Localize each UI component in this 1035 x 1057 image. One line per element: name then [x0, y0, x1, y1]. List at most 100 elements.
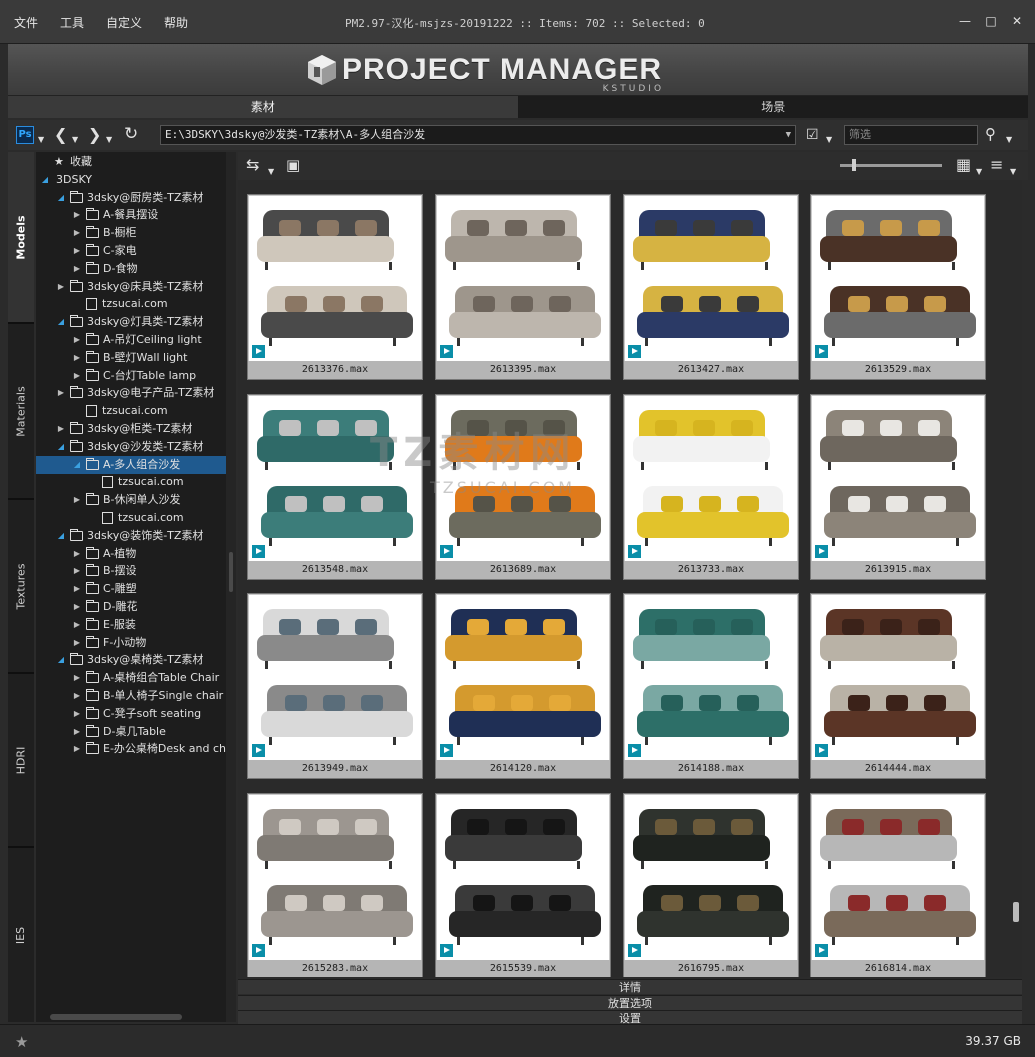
expanded-arrow-icon[interactable]: ◢ — [56, 651, 66, 669]
tree-item[interactable]: ▶ E-办公桌椅Desk and chair — [36, 740, 226, 758]
grid-scrollbar[interactable] — [1010, 180, 1022, 977]
model-thumbnail[interactable]: 2615539.max — [435, 793, 611, 977]
model-thumbnail[interactable]: 2613529.max — [810, 194, 986, 380]
collapsed-arrow-icon[interactable]: ▶ — [56, 420, 66, 438]
chevron-down-icon[interactable]: ▼ — [1010, 163, 1016, 181]
model-thumbnail[interactable]: 2615283.max — [247, 793, 423, 977]
chevron-down-icon[interactable]: ▼ — [106, 131, 112, 149]
collapsed-arrow-icon[interactable]: ▶ — [72, 545, 82, 563]
menu-file[interactable]: 文件 — [14, 14, 38, 31]
tree-item[interactable]: ▶ B-摆设 — [36, 562, 226, 580]
settings-panel-header[interactable]: 设置 — [238, 1010, 1022, 1025]
tree-item[interactable]: ▶ B-橱柜 — [36, 224, 226, 242]
minimize-icon[interactable]: — — [959, 14, 971, 28]
thumbnail-size-slider[interactable] — [840, 159, 942, 171]
chevron-down-icon[interactable]: ▼ — [976, 163, 982, 181]
forward-arrow-icon[interactable]: ❯ — [88, 126, 101, 144]
menu-customize[interactable]: 自定义 — [106, 14, 142, 31]
collapsed-arrow-icon[interactable]: ▶ — [72, 367, 82, 385]
tree-item[interactable]: ▶ A-餐具摆设 — [36, 206, 226, 224]
model-thumbnail[interactable]: 2613949.max — [247, 593, 423, 779]
tree-item[interactable]: tzsucai.com — [36, 473, 226, 491]
tree-item[interactable]: tzsucai.com — [36, 295, 226, 313]
box-icon[interactable]: ▣ — [286, 156, 300, 174]
collapsed-arrow-icon[interactable]: ▶ — [72, 242, 82, 260]
side-tab-textures[interactable]: Textures — [8, 500, 34, 672]
model-thumbnail[interactable]: 2614120.max — [435, 593, 611, 779]
model-thumbnail[interactable]: 2616795.max — [623, 793, 799, 977]
model-thumbnail[interactable]: 2613427.max — [623, 194, 799, 380]
side-tab-models[interactable]: Models — [8, 152, 34, 322]
refresh-icon[interactable]: ↻ — [124, 125, 138, 143]
tree-item[interactable]: ▶ A-桌椅组合Table Chair — [36, 669, 226, 687]
collapsed-arrow-icon[interactable]: ▶ — [56, 384, 66, 402]
tree-item[interactable]: ▶ C-台灯Table lamp — [36, 367, 226, 385]
tree-item[interactable]: ◢ A-多人组合沙发 — [36, 455, 226, 474]
model-thumbnail[interactable]: 2613915.max — [810, 394, 986, 580]
collapsed-arrow-icon[interactable]: ▶ — [72, 598, 82, 616]
model-thumbnail[interactable]: 2614444.max — [810, 593, 986, 779]
photoshop-icon[interactable]: Ps — [16, 126, 34, 144]
search-icon[interactable]: ⚲ — [985, 125, 996, 143]
expanded-arrow-icon[interactable]: ◢ — [72, 456, 82, 474]
tree-item[interactable]: ▶ B-单人椅子Single chair — [36, 687, 226, 705]
maximize-icon[interactable]: □ — [985, 14, 997, 28]
star-icon[interactable]: ★ — [15, 1033, 28, 1051]
tree-item[interactable]: ▶ 3dsky@柜类-TZ素材 — [36, 420, 226, 438]
side-tab-ies[interactable]: IES — [8, 848, 34, 1022]
tab-assets[interactable]: 素材 — [8, 96, 519, 118]
side-tab-hdri[interactable]: HDRI — [8, 674, 34, 846]
chevron-down-icon[interactable]: ▼ — [826, 131, 832, 149]
tree-item[interactable]: ◢ 3DSKY — [36, 171, 226, 189]
tree-item[interactable]: ▶ D-雕花 — [36, 598, 226, 616]
tree-item[interactable]: ▶ 3dsky@电子产品-TZ素材 — [36, 384, 226, 402]
close-icon[interactable]: ✕ — [1011, 14, 1023, 28]
tree-item[interactable]: ▶ 3dsky@床具类-TZ素材 — [36, 278, 226, 296]
collapsed-arrow-icon[interactable]: ▶ — [72, 740, 82, 758]
tree-item[interactable]: ◢ 3dsky@沙发类-TZ素材 — [36, 438, 226, 456]
path-input[interactable]: E:\3DSKY\3dsky@沙发类-TZ素材\A-多人组合沙发 ▼ — [160, 125, 796, 145]
model-thumbnail[interactable]: 2613395.max — [435, 194, 611, 380]
collapsed-arrow-icon[interactable]: ▶ — [56, 278, 66, 296]
tree-item[interactable]: tzsucai.com — [36, 402, 226, 420]
chevron-down-icon[interactable]: ▼ — [268, 163, 274, 181]
expanded-arrow-icon[interactable]: ◢ — [56, 313, 66, 331]
model-thumbnail[interactable]: 2616814.max — [810, 793, 986, 977]
scroll-thumb[interactable] — [50, 1014, 182, 1020]
menu-help[interactable]: 帮助 — [164, 14, 188, 31]
scroll-thumb[interactable] — [1013, 902, 1019, 922]
sort-icon[interactable]: ≡ — [990, 156, 1003, 174]
chevron-down-icon[interactable]: ▼ — [38, 131, 44, 149]
collapsed-arrow-icon[interactable]: ▶ — [72, 634, 82, 652]
tree-item[interactable]: ▶ A-吊灯Ceiling light — [36, 331, 226, 349]
tree-item[interactable]: ▶ A-植物 — [36, 545, 226, 563]
collapsed-arrow-icon[interactable]: ▶ — [72, 705, 82, 723]
details-panel-header[interactable]: 详情 — [238, 979, 1022, 994]
tree-item[interactable]: ▶ B-壁灯Wall light — [36, 349, 226, 367]
sync-icon[interactable]: ⇆ — [246, 156, 259, 174]
collapsed-arrow-icon[interactable]: ▶ — [72, 687, 82, 705]
tree-item[interactable]: ▶ C-凳子soft seating — [36, 705, 226, 723]
collapsed-arrow-icon[interactable]: ▶ — [72, 260, 82, 278]
slider-thumb[interactable] — [852, 159, 856, 171]
tree-item[interactable]: ▶ D-食物 — [36, 260, 226, 278]
collapsed-arrow-icon[interactable]: ▶ — [72, 723, 82, 741]
expanded-arrow-icon[interactable]: ◢ — [40, 171, 50, 189]
chevron-down-icon[interactable]: ▼ — [72, 131, 78, 149]
collapsed-arrow-icon[interactable]: ▶ — [72, 616, 82, 634]
model-thumbnail[interactable]: 2613689.max — [435, 394, 611, 580]
tree-scrollbar[interactable] — [226, 152, 236, 1022]
tree-item[interactable]: ◢ 3dsky@装饰类-TZ素材 — [36, 527, 226, 545]
placement-options-panel-header[interactable]: 放置选项 — [238, 995, 1022, 1010]
tree-item[interactable]: ▶ F-小动物 — [36, 634, 226, 652]
collapsed-arrow-icon[interactable]: ▶ — [72, 206, 82, 224]
collapsed-arrow-icon[interactable]: ▶ — [72, 331, 82, 349]
chevron-down-icon[interactable]: ▼ — [786, 126, 791, 144]
expanded-arrow-icon[interactable]: ◢ — [56, 527, 66, 545]
tree-item[interactable]: ★ 收藏 — [36, 153, 226, 171]
scroll-thumb[interactable] — [229, 552, 233, 592]
tree-item[interactable]: ▶ B-休闲单人沙发 — [36, 491, 226, 509]
grid-view-icon[interactable]: ▦ — [956, 156, 971, 174]
model-thumbnail[interactable]: 2614188.max — [623, 593, 799, 779]
expanded-arrow-icon[interactable]: ◢ — [56, 189, 66, 207]
